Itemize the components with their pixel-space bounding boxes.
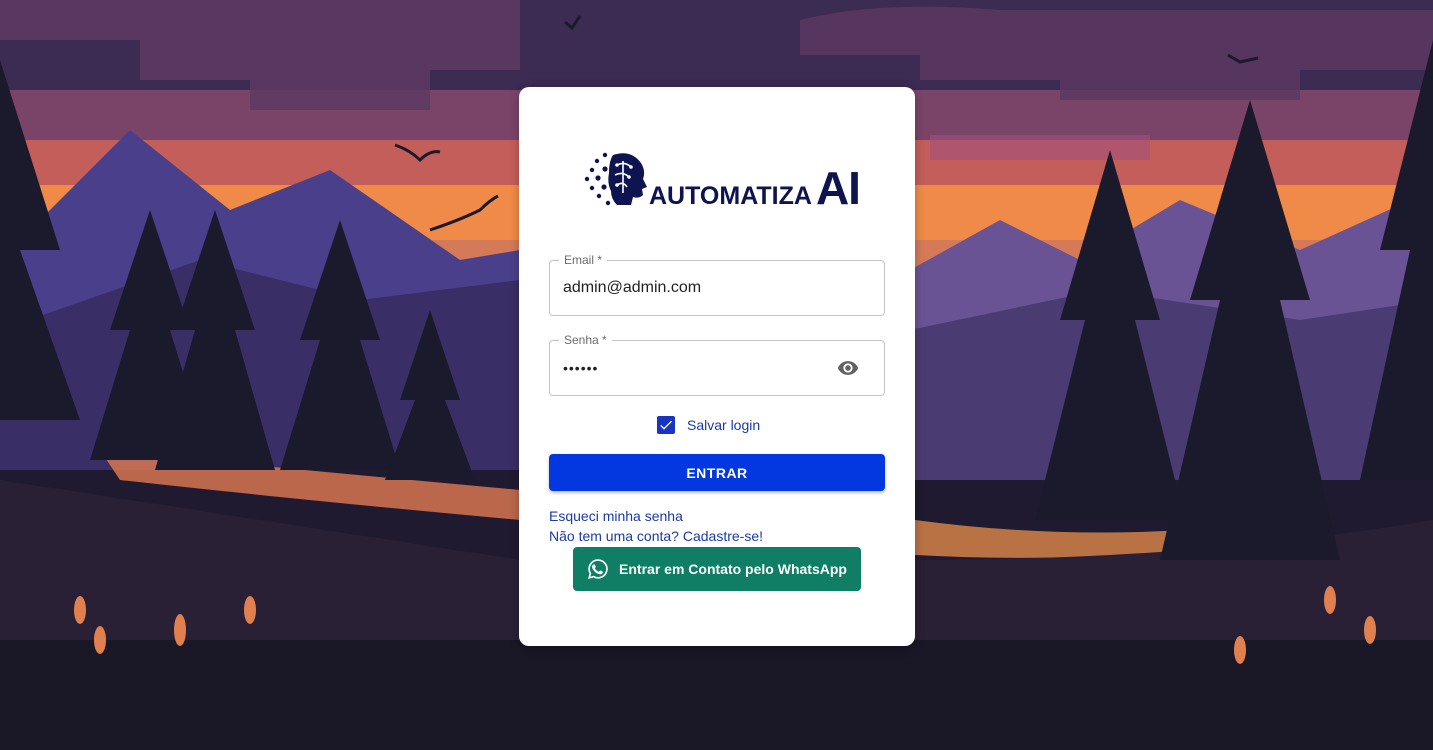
logo-word: AUTOMATIZA — [649, 182, 812, 210]
eye-icon[interactable] — [836, 357, 860, 379]
brain-head-logo-icon — [584, 152, 647, 206]
forgot-password-link[interactable]: Esqueci minha senha — [549, 507, 683, 525]
whatsapp-label: Entrar em Contato pelo WhatsApp — [619, 561, 847, 577]
logo-ai: AI — [815, 162, 861, 214]
remember-label: Salvar login — [687, 417, 761, 433]
enter-button[interactable]: ENTRAR — [549, 454, 885, 491]
email-input[interactable]: admin@admin.com — [563, 261, 823, 315]
remember-login[interactable]: Salvar login — [657, 415, 760, 435]
whatsapp-icon — [588, 559, 608, 579]
whatsapp-contact-button[interactable]: Entrar em Contato pelo WhatsApp — [573, 547, 861, 591]
checkmark-icon — [660, 420, 672, 430]
password-field[interactable]: Senha * •••••• — [549, 332, 885, 396]
automatiza-ai-logo: AUTOMATIZAAI — [583, 147, 861, 214]
logo-wordmark: AUTOMATIZAAI — [649, 161, 861, 215]
remember-checkbox[interactable] — [657, 416, 675, 434]
password-input[interactable]: •••••• — [563, 341, 823, 395]
login-card: AUTOMATIZAAI Email * admin@admin.com Sen… — [519, 87, 915, 646]
email-field[interactable]: Email * admin@admin.com — [549, 252, 885, 316]
signup-link[interactable]: Não tem uma conta? Cadastre-se! — [549, 527, 763, 545]
login-page: AUTOMATIZAAI Email * admin@admin.com Sen… — [0, 0, 1433, 750]
